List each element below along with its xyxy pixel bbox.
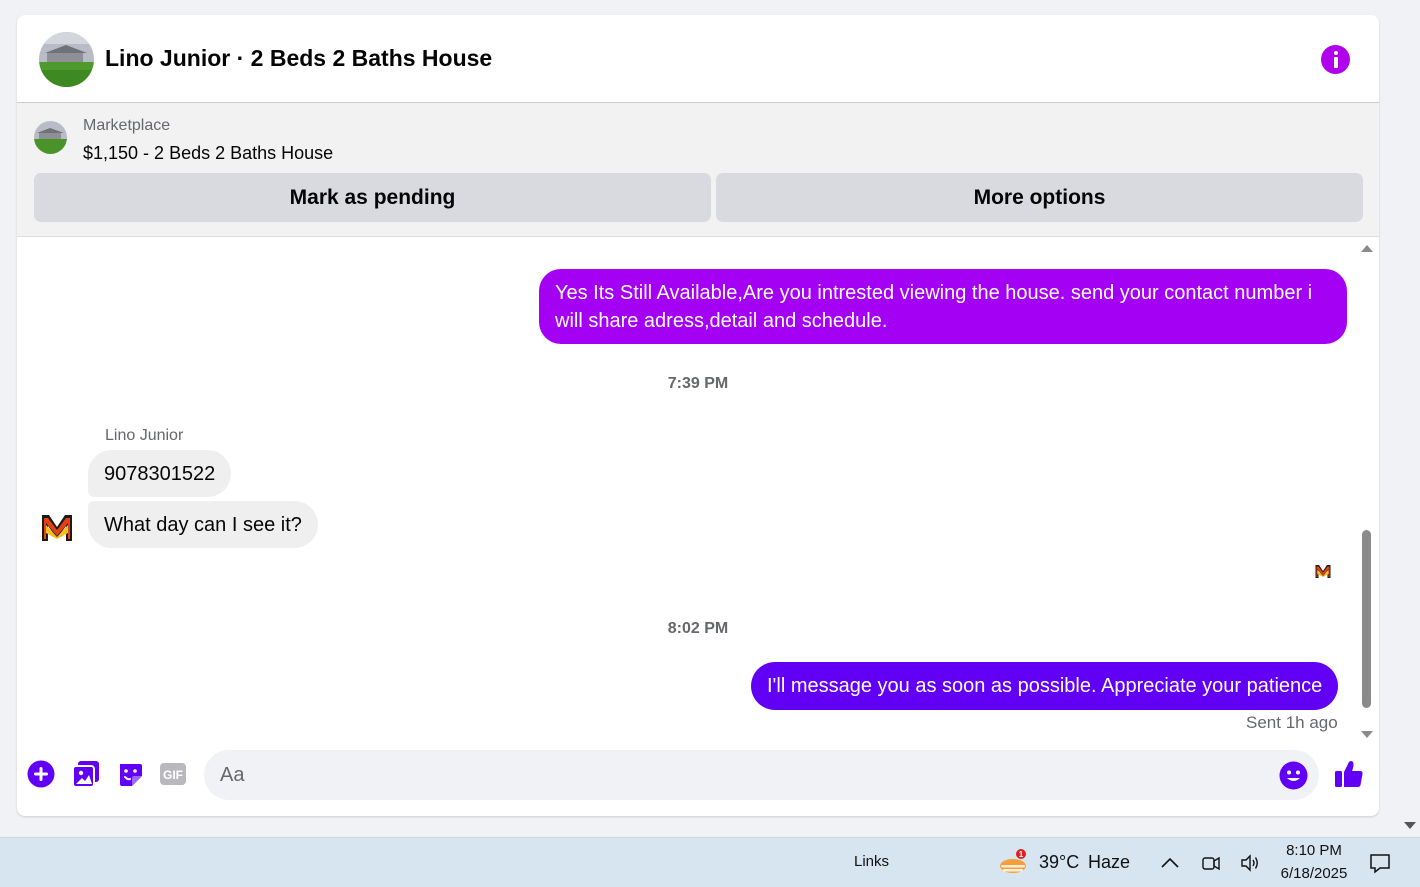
gif-icon[interactable]: GIF: [159, 760, 187, 788]
outgoing-message[interactable]: Yes Its Still Available,Are you intreste…: [539, 269, 1347, 344]
incoming-message[interactable]: What day can I see it?: [88, 501, 318, 548]
chat-header: Lino Junior · 2 Beds 2 Baths House: [17, 15, 1379, 103]
weather-badge-count: 1: [1019, 850, 1024, 859]
meet-now-camera-icon[interactable]: [1200, 852, 1222, 874]
scroll-down-arrow-icon[interactable]: [1361, 731, 1373, 738]
thumbs-up-icon[interactable]: [1333, 758, 1365, 790]
scroll-up-arrow-icon[interactable]: [1361, 245, 1373, 252]
weather-temperature[interactable]: 39°C: [1039, 852, 1079, 873]
conversation-title: Lino Junior · 2 Beds 2 Baths House: [105, 45, 493, 71]
chat-window: Lino Junior · 2 Beds 2 Baths House Marke…: [17, 15, 1379, 816]
taskbar: Links 1 39°C Haze 8:10 PM 6/18/2025: [0, 837, 1420, 887]
sender-name: Lino Junior: [105, 427, 184, 444]
page-scroll-down-arrow-icon[interactable]: [1404, 822, 1416, 829]
message-composer: GIF: [17, 742, 1379, 816]
read-receipt-avatar: [1314, 562, 1332, 580]
more-options-button[interactable]: More options: [716, 173, 1363, 222]
weather-icon[interactable]: 1: [998, 849, 1028, 875]
show-hidden-icons-chevron-up-icon[interactable]: [1159, 852, 1181, 874]
message-input-container: [204, 750, 1319, 800]
sender-avatar[interactable]: [39, 509, 75, 545]
info-icon[interactable]: [1321, 45, 1350, 74]
incoming-message[interactable]: 9078301522: [88, 450, 232, 497]
notification-center-icon[interactable]: [1368, 851, 1392, 875]
plus-icon[interactable]: [27, 760, 55, 788]
clock-date[interactable]: 6/18/2025: [1270, 865, 1358, 882]
scrollbar-thumb[interactable]: [1362, 530, 1371, 708]
sent-status: Sent 1h ago: [1246, 713, 1338, 732]
listing-thumbnail[interactable]: [34, 121, 67, 154]
conversation-avatar[interactable]: [39, 32, 94, 87]
volume-icon[interactable]: [1239, 852, 1261, 874]
mark-as-pending-button[interactable]: Mark as pending: [34, 173, 711, 222]
clock-time[interactable]: 8:10 PM: [1270, 842, 1358, 859]
message-scrollbar[interactable]: [1358, 237, 1373, 742]
outgoing-message[interactable]: I'll message you as soon as possible. Ap…: [751, 662, 1339, 710]
message-thread[interactable]: Yes Its Still Available,Are you intreste…: [17, 237, 1379, 742]
message-input[interactable]: [220, 750, 1270, 800]
taskbar-links-toolbar[interactable]: Links: [854, 853, 889, 870]
svg-text:GIF: GIF: [163, 768, 183, 782]
weather-condition[interactable]: Haze: [1088, 852, 1130, 873]
sticker-icon[interactable]: [116, 760, 144, 788]
listing-title[interactable]: $1,150 - 2 Beds 2 Baths House: [83, 143, 333, 164]
emoji-icon[interactable]: [1279, 761, 1308, 790]
message-timestamp: 8:02 PM: [667, 620, 729, 637]
listing-source-label: Marketplace: [83, 117, 171, 134]
marketplace-listing-panel: Marketplace $1,150 - 2 Beds 2 Baths Hous…: [17, 103, 1379, 237]
photo-icon[interactable]: [72, 760, 100, 788]
message-timestamp: 7:39 PM: [667, 375, 729, 392]
